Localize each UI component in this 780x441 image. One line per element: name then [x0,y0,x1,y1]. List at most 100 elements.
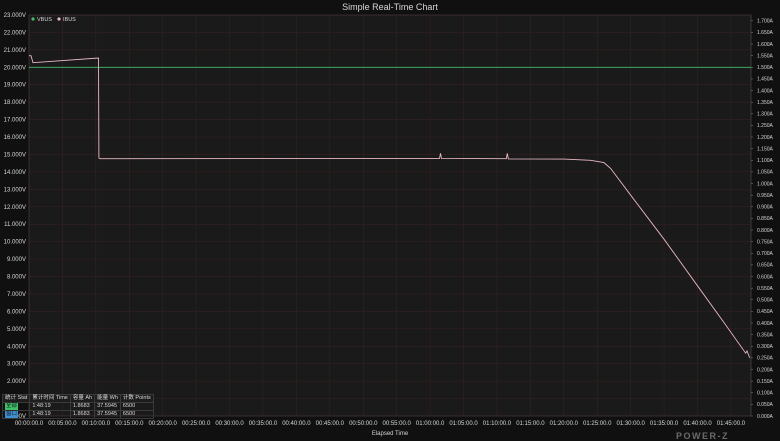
y-tick-label: 10.000V [4,240,26,246]
stats-ah: 1.8683 [69,402,96,411]
y2-tick-label: 0.000A [757,414,774,420]
x-axis: 00:00:00.0 00:05:00.0 00:10:00.0 00:15:00.0… [15,421,746,427]
x-tick-label: 00:50:00.0 [349,421,378,427]
y2-tick-label: 1.400A [757,88,774,94]
y2-tick-label: 0.400A [757,321,774,327]
x-tick-label: 00:45:00.0 [316,421,345,427]
y-tick-label: 13.000V [4,187,26,193]
legend-label-ibus: IBUS [63,17,76,23]
y-tick-label: 9.000V [7,257,26,263]
y2-tick-label: 0.650A [757,263,774,269]
y2-tick-label: 1.700A [757,19,774,25]
y2-tick-label: 0.250A [757,356,774,362]
stats-points: 6500 [119,410,154,419]
y-tick-label: 12.000V [4,205,26,211]
x-tick-label: 01:05:00.0 [449,421,478,427]
y-tick-label: 21.000V [4,48,26,54]
y2-tick-label: 1.200A [757,135,774,141]
y-tick-label: 2.000V [7,379,26,385]
y-tick-label: 11.000V [4,222,26,228]
y2-tick-label: 0.450A [757,309,774,315]
stats-header: 容量 Ah [69,394,96,403]
y2-tick-label: 1.650A [757,30,774,36]
x-tick-label: 00:00:00.0 [15,421,44,427]
stats-time: 1:48:19 [29,410,71,419]
y-tick-label: 23.000V [4,13,26,19]
stats-header: 统计 Stat [1,394,31,403]
legend-label-vbus: VBUS [37,17,52,23]
y2-tick-label: 0.900A [757,205,774,211]
y2-tick-label: 0.100A [757,391,774,397]
chart: 0.000V1.000V2.000V3.000V4.000V5.000V6.00… [4,2,774,437]
x-tick-label: 00:30:00.0 [215,421,244,427]
y2-tick-label: 0.150A [757,379,774,385]
y-tick-label: 17.000V [4,118,26,124]
stats-header: 计数 Points [119,394,154,403]
y2-tick-label: 0.800A [757,228,774,234]
y-tick-label: 15.000V [4,152,26,158]
y2-tick-label: 1.300A [757,112,774,118]
y-tick-label: 14.000V [4,170,26,176]
y2-tick-label: 0.350A [757,332,774,338]
stats-label-window: 窗口 [5,411,19,418]
y-tick-label: 18.000V [4,100,26,106]
x-tick-label: 00:55:00.0 [383,421,412,427]
y2-tick-label: 1.450A [757,77,774,83]
stats-wh: 37.5945 [94,402,121,411]
y2-tick-label: 1.100A [757,158,774,164]
y2-tick-label: 0.700A [757,251,774,257]
chart-title: Simple Real-Time Chart [342,2,438,12]
y2-tick-label: 0.950A [757,193,774,199]
x-tick-label: 00:35:00.0 [249,421,278,427]
x-tick-label: 00:05:00.0 [48,421,77,427]
y-axis-right: 0.000A 0.050A 0.100A 0.150A 0.200A 0.250A 0.30… [751,19,774,420]
stats-row-label: 窗口 [1,410,31,419]
y2-tick-label: 0.200A [757,367,774,373]
x-tick-label: 00:10:00.0 [82,421,111,427]
x-tick-label: 00:40:00.0 [282,421,311,427]
y2-tick-label: 0.500A [757,298,774,304]
y-axis-left: 0.000V1.000V2.000V3.000V4.000V5.000V6.00… [4,13,26,420]
stats-label-all: 全部 [5,403,19,410]
stats-time: 1:48:19 [29,402,71,411]
y2-tick-label: 0.850A [757,216,774,222]
stats-row-window: 窗口 1:48:19 1.8683 37.5945 6500 [1,410,154,419]
brand-logo: POWER-Z [676,431,729,441]
y2-tick-label: 1.550A [757,53,774,59]
y2-tick-label: 0.750A [757,239,774,245]
legend-marker-ibus [57,17,61,21]
y-tick-label: 5.000V [7,327,26,333]
y-tick-label: 22.000V [4,30,26,36]
x-tick-label: 01:00:00.0 [416,421,445,427]
y2-tick-label: 0.050A [757,402,774,408]
x-tick-label: 01:35:00.0 [650,421,679,427]
stats-header: 能量 Wh [94,394,121,403]
stats-row-all: 全部 1:48:19 1.8683 37.5945 6500 [1,402,154,411]
stats-header-row: 统计 Stat 累计时间 Time 容量 Ah 能量 Wh 计数 Points [1,394,154,403]
y2-tick-label: 1.500A [757,65,774,71]
x-tick-label: 01:25:00.0 [583,421,612,427]
x-tick-label: 01:30:00.0 [616,421,645,427]
x-axis-label: Elapsed Time [372,431,409,437]
x-tick-label: 01:40:00.0 [683,421,712,427]
y-tick-label: 20.000V [4,65,26,71]
y2-tick-label: 1.150A [757,146,774,152]
stats-wh: 37.5945 [94,410,121,419]
y2-tick-label: 1.250A [757,123,774,129]
y2-tick-label: 0.600A [757,274,774,280]
x-tick-label: 00:20:00.0 [149,421,178,427]
x-tick-label: 01:15:00.0 [516,421,545,427]
legend-marker-vbus [31,17,35,21]
y2-tick-label: 1.600A [757,42,774,48]
y2-tick-label: 1.350A [757,100,774,106]
y-tick-label: 4.000V [7,344,26,350]
y-tick-label: 7.000V [7,292,26,298]
y-tick-label: 19.000V [4,83,26,89]
stats-header: 累计时间 Time [29,394,71,403]
y-tick-label: 8.000V [7,275,26,281]
stats-row-label: 全部 [1,402,31,411]
x-tick-label: 00:15:00.0 [115,421,144,427]
plot-background [28,14,752,417]
x-tick-label: 01:10:00.0 [483,421,512,427]
y-tick-label: 6.000V [7,309,26,315]
